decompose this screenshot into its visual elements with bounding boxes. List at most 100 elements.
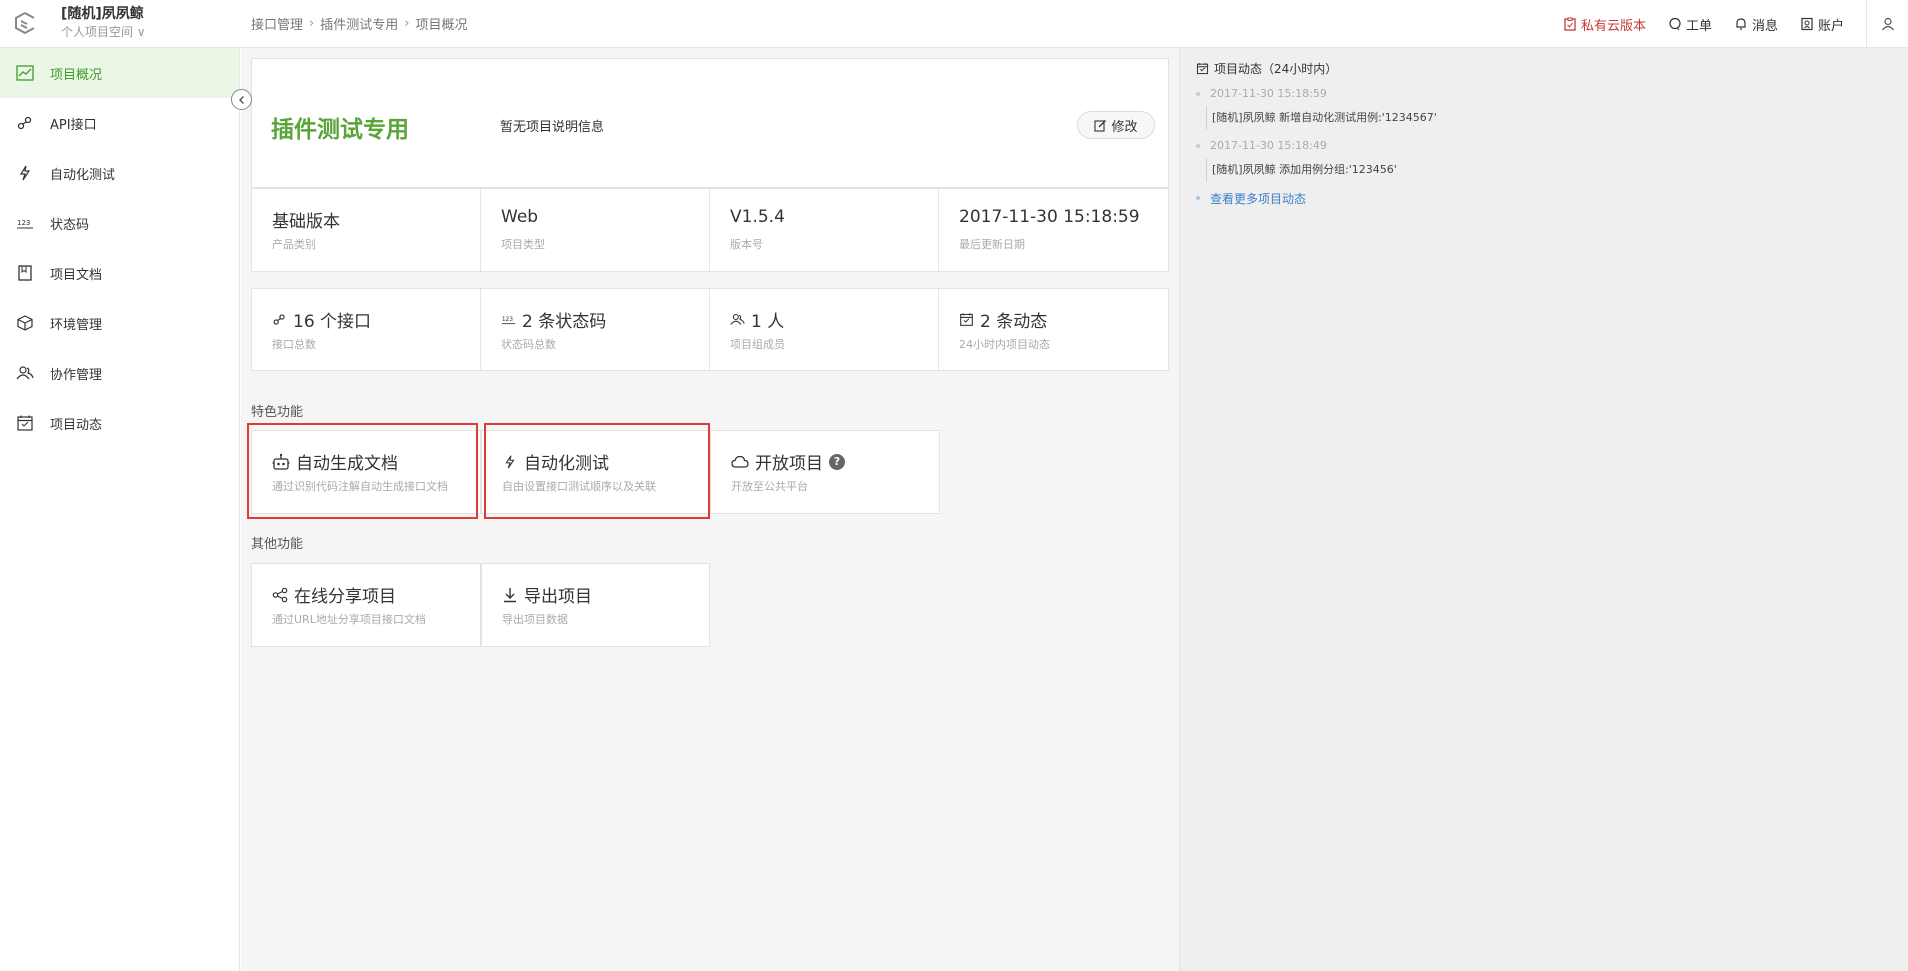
project-description: 暂无项目说明信息 [500, 120, 605, 135]
stat-value-text: 2 条状态码 [522, 312, 607, 332]
info-label: 最后更新日期 [959, 238, 1025, 251]
breadcrumb-separator: › [404, 16, 410, 31]
info-value: V1.5.4 [730, 207, 785, 227]
sidebar-item-environment[interactable]: 环境管理 [0, 298, 239, 348]
clipboard-icon [1564, 17, 1576, 31]
stat-members[interactable]: 1 人 项目组成员 [710, 289, 938, 370]
sidebar-item-docs[interactable]: 项目文档 [0, 248, 239, 298]
stat-value-text: 16 个接口 [293, 312, 372, 332]
calendar-check-icon [960, 313, 973, 326]
cube-icon [17, 315, 33, 331]
feature-value: 在线分享项目 [272, 582, 396, 607]
breadcrumb-separator: › [309, 16, 315, 31]
feature-value: 导出项目 [502, 582, 592, 607]
featured-section-title: 特色功能 [251, 405, 304, 420]
feature-title: 开放项目 [755, 454, 823, 474]
feature-open-project[interactable]: 开放项目 ? 开放至公共平台 [710, 430, 940, 514]
more-activity-link[interactable]: 查看更多项目动态 [1210, 190, 1696, 207]
info-value: Web [501, 207, 539, 227]
sidebar-item-label: API接口 [50, 117, 97, 133]
chart-icon [16, 65, 34, 81]
bolt-icon [19, 165, 31, 181]
edit-project-button[interactable]: 修改 [1077, 111, 1155, 139]
divider [709, 189, 710, 271]
users-icon [16, 366, 34, 380]
link-icon [17, 116, 32, 130]
user-menu[interactable] [1866, 0, 1908, 48]
stat-status-codes[interactable]: 123 2 条状态码 状态码总数 [481, 289, 709, 370]
share-icon [272, 587, 288, 602]
activity-entry: 2017-11-30 15:18:49 [随机]夙夙鲸 添加用例分组:'1234… [1196, 138, 1696, 182]
info-label: 项目类型 [501, 238, 545, 251]
edit-label: 修改 [1111, 119, 1138, 135]
divider [938, 289, 939, 370]
divider [480, 189, 481, 271]
activity-list: 2017-11-30 15:18:59 [随机]夙夙鲸 新增自动化测试用例:'1… [1196, 86, 1696, 215]
timeline-dot [1196, 92, 1200, 96]
stat-value: 1 人 [730, 307, 784, 332]
svg-text:123: 123 [502, 317, 513, 323]
sidebar: 项目概况 API接口 自动化测试 123 状态码 项目文档 环境管理 协作管理 … [0, 48, 240, 971]
sidebar-item-auto-test[interactable]: 自动化测试 [0, 148, 239, 198]
workspace-name: [随机]夙夙鲸 [61, 6, 144, 22]
chat-icon [1669, 17, 1681, 31]
private-cloud-link[interactable]: 私有云版本 [1563, 15, 1646, 34]
highlight-box [247, 423, 478, 519]
stat-label: 项目组成员 [730, 338, 785, 351]
divider [480, 289, 481, 370]
logo-icon[interactable] [12, 10, 38, 36]
feature-share-project[interactable]: 在线分享项目 通过URL地址分享项目接口文档 [251, 563, 481, 647]
divider [938, 189, 939, 271]
stat-activity[interactable]: 2 条动态 24小时内项目动态 [939, 289, 1168, 370]
help-icon[interactable]: ? [829, 453, 845, 470]
stat-value: 2 条动态 [959, 307, 1047, 332]
account-icon [1801, 17, 1813, 31]
user-icon [1881, 17, 1894, 31]
sidebar-item-label: 项目文档 [50, 267, 103, 283]
feature-export-project[interactable]: 导出项目 导出项目数据 [481, 563, 710, 647]
breadcrumb: 接口管理 › 插件测试专用 › 项目概况 [251, 14, 467, 33]
sidebar-item-status-code[interactable]: 123 状态码 [0, 198, 239, 248]
activity-title: 项目动态（24小时内） [1196, 60, 1337, 77]
info-value: 基础版本 [272, 212, 340, 232]
timeline-dot [1196, 144, 1200, 148]
bell-icon [1736, 18, 1746, 30]
breadcrumb-item: 项目概况 [415, 18, 468, 33]
stat-value: 123 2 条状态码 [501, 307, 606, 332]
ticket-link[interactable]: 工单 [1668, 15, 1712, 34]
info-label: 产品类别 [272, 238, 316, 251]
info-version: V1.5.4 版本号 [710, 189, 938, 271]
sidebar-item-label: 自动化测试 [50, 167, 116, 183]
sidebar-item-collaboration[interactable]: 协作管理 [0, 348, 239, 398]
breadcrumb-item[interactable]: 插件测试专用 [320, 14, 398, 33]
users-icon [730, 313, 745, 325]
number-icon: 123 [17, 219, 33, 229]
private-cloud-label: 私有云版本 [1580, 18, 1646, 34]
stat-apis[interactable]: 16 个接口 接口总数 [252, 289, 480, 370]
sidebar-item-label: 环境管理 [50, 317, 103, 333]
activity-text: [随机]夙夙鲸 新增自动化测试用例:'1234567' [1206, 106, 1696, 130]
sidebar-item-api[interactable]: API接口 [0, 98, 239, 148]
timeline-dot [1196, 196, 1200, 200]
divider [709, 289, 710, 370]
highlight-box [484, 423, 710, 519]
message-label: 消息 [1751, 18, 1778, 34]
activity-time: 2017-11-30 15:18:59 [1210, 87, 1327, 100]
activity-text: [随机]夙夙鲸 添加用例分组:'123456' [1206, 158, 1696, 182]
doc-icon [18, 265, 32, 281]
breadcrumb-item[interactable]: 接口管理 [251, 14, 303, 33]
workspace-switcher[interactable]: [随机]夙夙鲸 个人项目空间 ∨ [61, 4, 146, 40]
svg-text:123: 123 [17, 219, 30, 227]
sidebar-item-label: 状态码 [50, 217, 90, 233]
message-link[interactable]: 消息 [1734, 15, 1778, 34]
sidebar-item-activity[interactable]: 项目动态 [0, 398, 239, 448]
info-label: 版本号 [730, 238, 763, 251]
calendar-icon [17, 415, 33, 431]
sidebar-item-overview[interactable]: 项目概况 [0, 48, 239, 98]
download-icon [504, 587, 516, 602]
account-link[interactable]: 账户 [1800, 15, 1844, 34]
info-last-updated: 2017-11-30 15:18:59 最后更新日期 [939, 189, 1168, 271]
sidebar-item-label: 项目动态 [50, 417, 103, 433]
sidebar-collapse-button[interactable] [231, 89, 252, 110]
stat-label: 接口总数 [272, 338, 316, 351]
